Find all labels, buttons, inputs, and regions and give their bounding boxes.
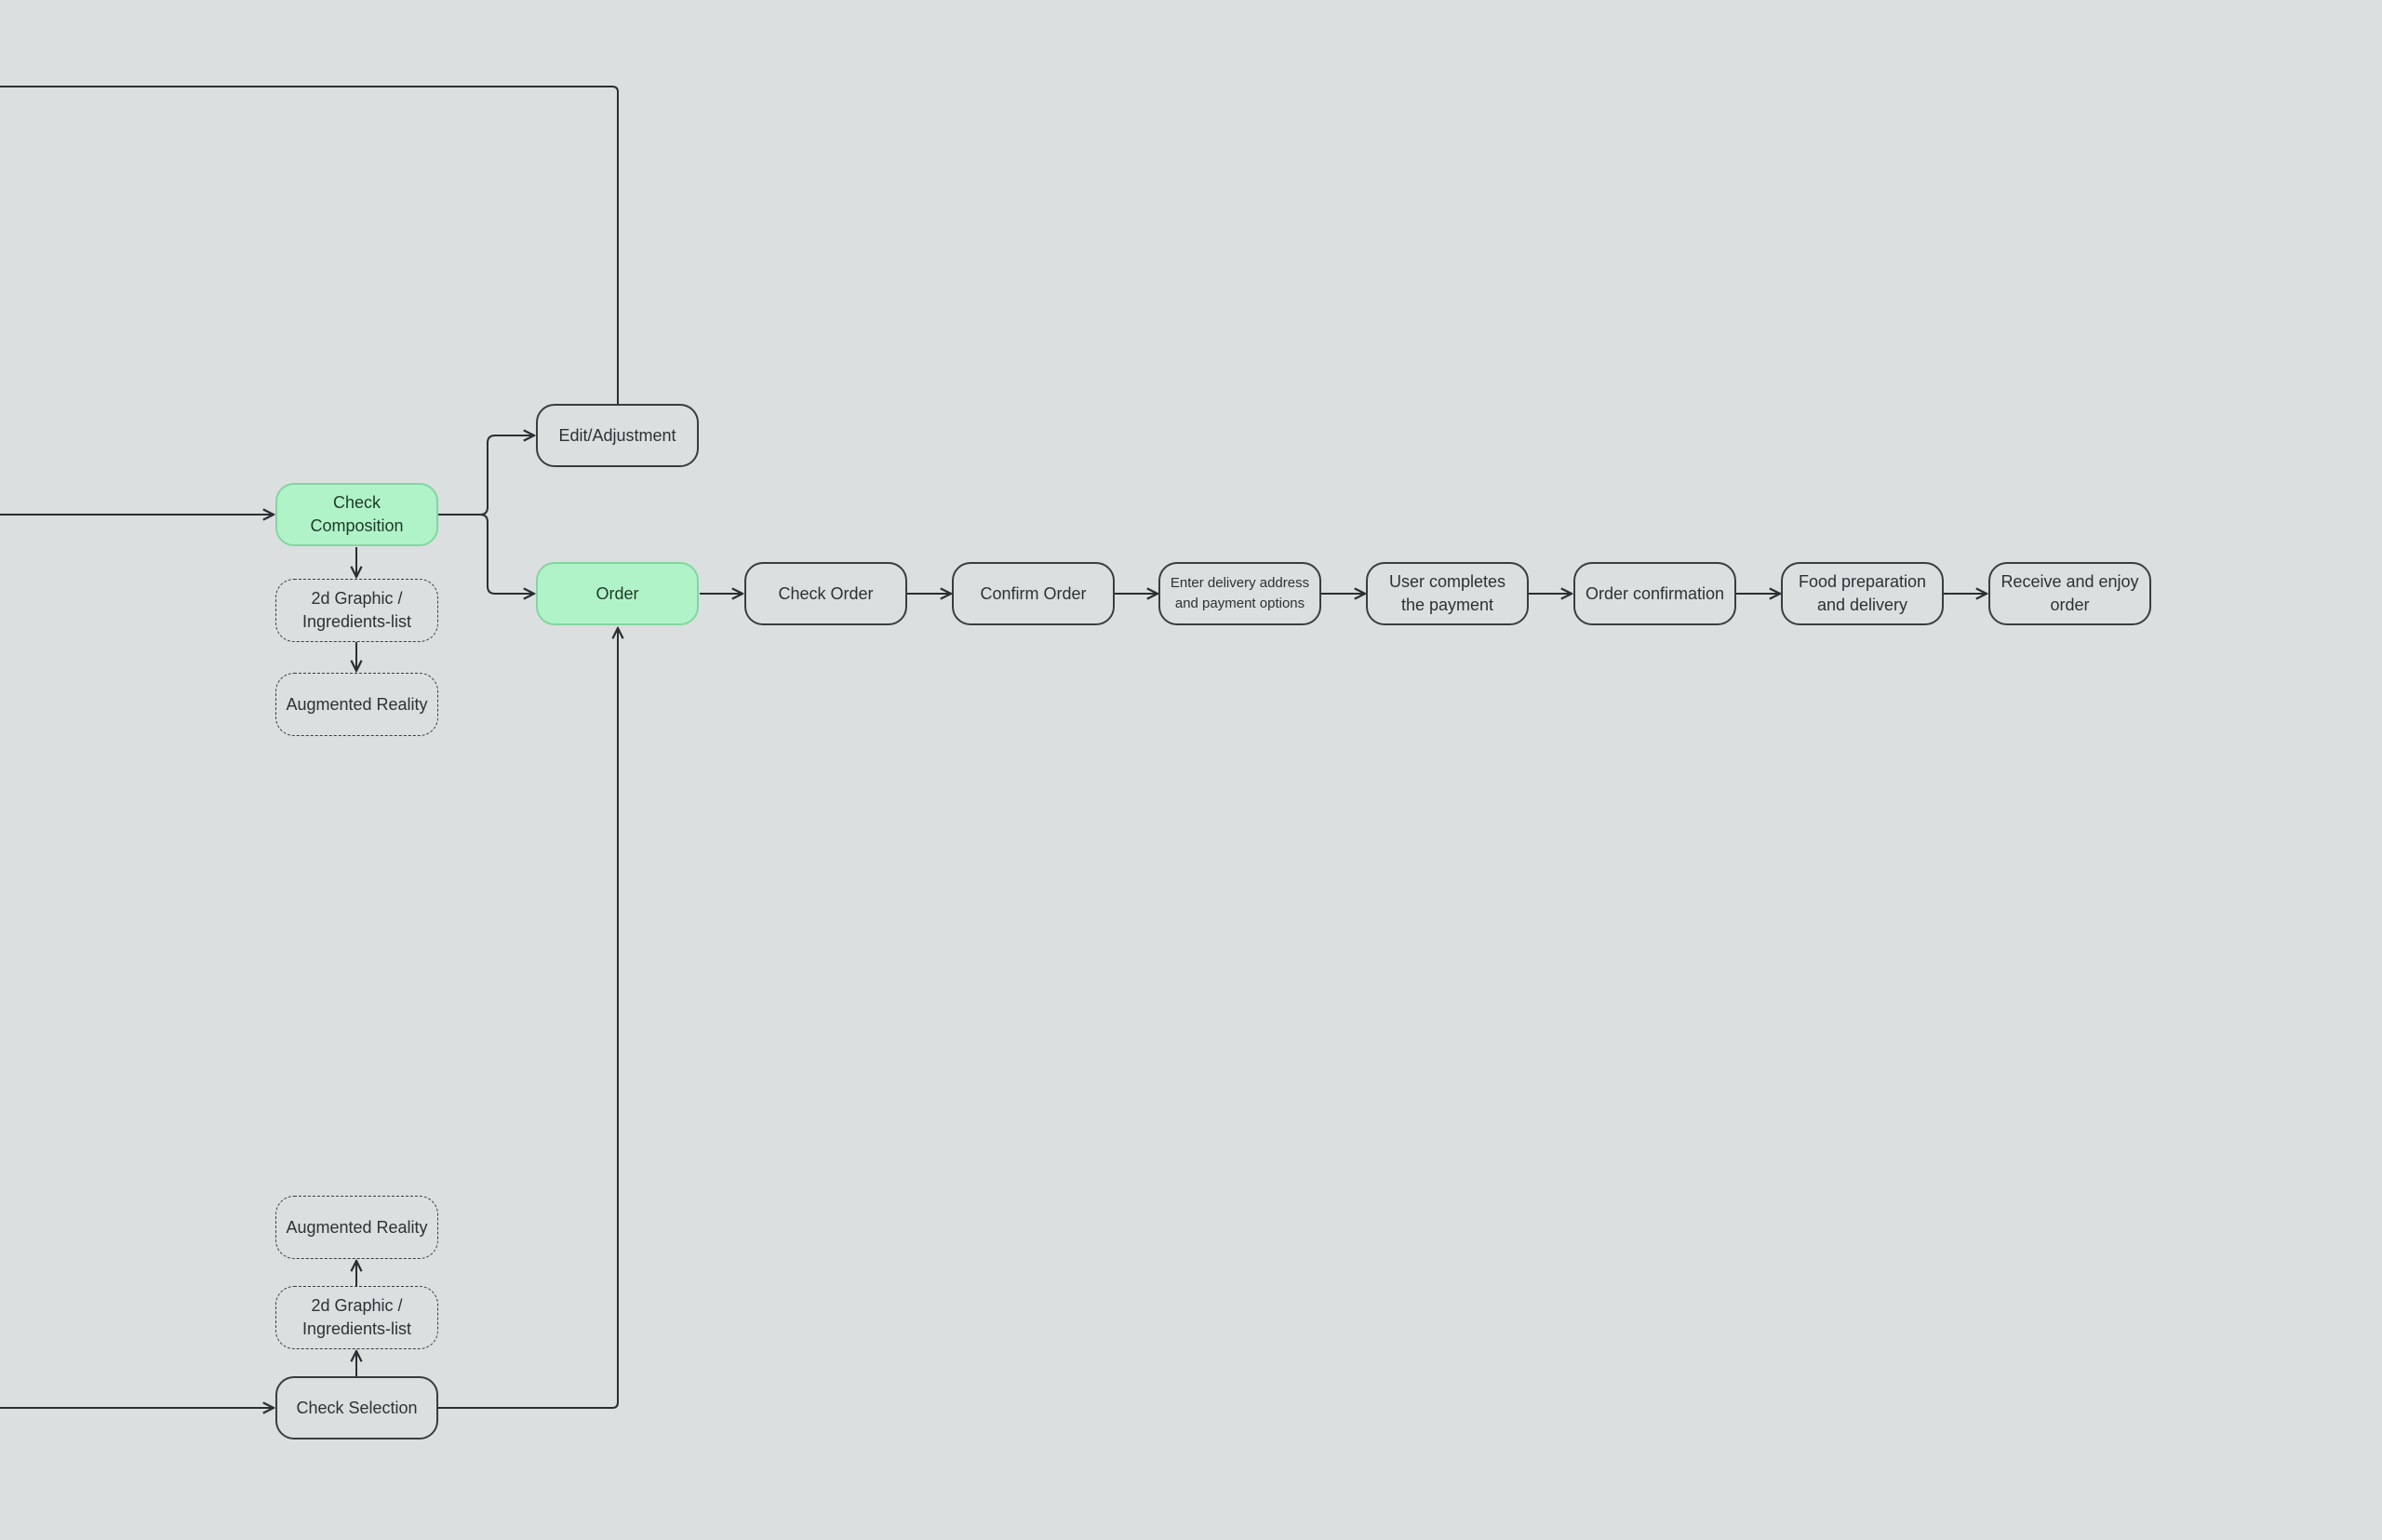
node-label: Check Composition: [310, 493, 404, 535]
node-label: 2d Graphic / Ingredients-list: [301, 1296, 412, 1338]
node-label: Check Order: [778, 583, 874, 603]
node-label: Augmented Reality: [286, 1217, 428, 1237]
node-label: Edit/Adjustment: [558, 425, 676, 445]
connector-composition-to-edit: [438, 435, 534, 516]
connector-composition-to-order: [479, 514, 534, 594]
node-food-preparation[interactable]: Food preparation and delivery: [1781, 562, 1944, 625]
node-label: Order confirmation: [1585, 583, 1725, 603]
connector-top-loop: [0, 86, 619, 404]
node-2d-graphic-bottom[interactable]: 2d Graphic / Ingredients-list: [275, 1286, 438, 1349]
node-label: Order: [596, 583, 639, 603]
connector-selection-to-order: [438, 628, 618, 1409]
node-augmented-reality-bottom[interactable]: Augmented Reality: [275, 1196, 438, 1259]
node-label: Check Selection: [296, 1398, 418, 1417]
node-label: 2d Graphic / Ingredients-list: [301, 589, 412, 631]
node-order-confirmation[interactable]: Order confirmation: [1573, 562, 1736, 625]
node-label: Enter delivery address and payment optio…: [1170, 575, 1310, 611]
node-check-order[interactable]: Check Order: [744, 562, 907, 625]
node-check-composition[interactable]: Check Composition: [275, 483, 438, 546]
node-user-completes-payment[interactable]: User completes the payment: [1366, 562, 1529, 625]
node-2d-graphic-top[interactable]: 2d Graphic / Ingredients-list: [275, 579, 438, 642]
node-label: Augmented Reality: [286, 694, 428, 714]
node-label: Receive and enjoy order: [2001, 572, 2139, 614]
node-order[interactable]: Order: [536, 562, 699, 625]
node-edit-adjustment[interactable]: Edit/Adjustment: [536, 404, 699, 467]
node-label: User completes the payment: [1388, 572, 1506, 614]
node-label: Food preparation and delivery: [1798, 572, 1927, 614]
node-label: Confirm Order: [980, 583, 1087, 603]
node-receive-enjoy[interactable]: Receive and enjoy order: [1988, 562, 2151, 625]
node-augmented-reality-top[interactable]: Augmented Reality: [275, 673, 438, 736]
node-check-selection[interactable]: Check Selection: [275, 1376, 438, 1440]
diagram-canvas: Check Composition 2d Graphic / Ingredien…: [0, 0, 2382, 1540]
node-confirm-order[interactable]: Confirm Order: [952, 562, 1115, 625]
node-enter-delivery[interactable]: Enter delivery address and payment optio…: [1158, 562, 1321, 625]
